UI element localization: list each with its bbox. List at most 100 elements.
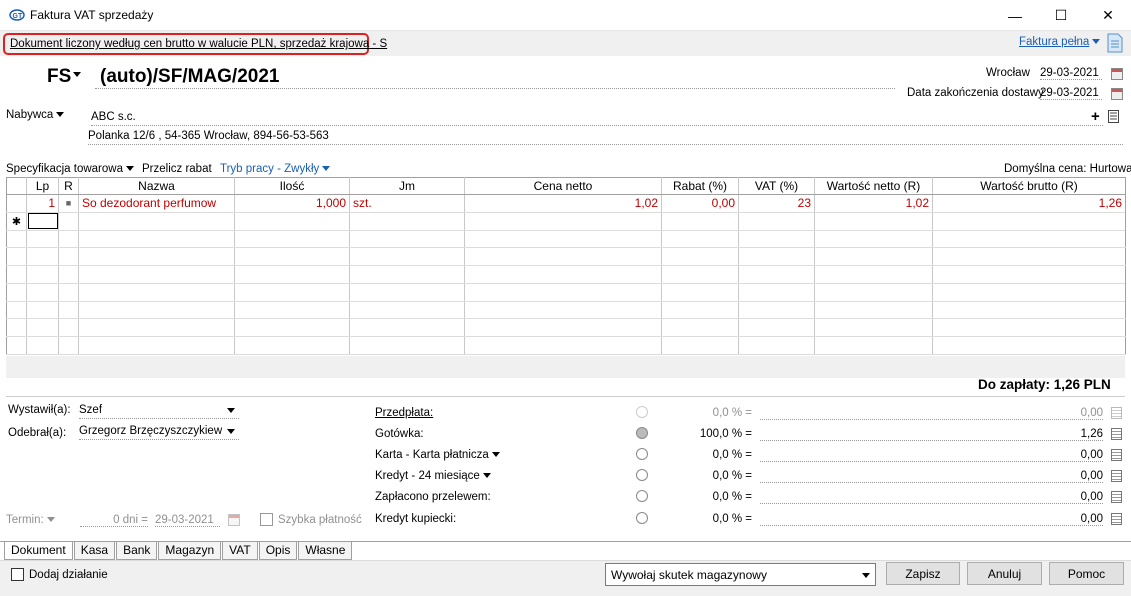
new-row[interactable]: ✱ (6, 212, 1126, 231)
tab-opis[interactable]: Opis (258, 542, 298, 560)
row-indicator (6, 194, 27, 213)
column-header-vat[interactable]: VAT (%) (738, 177, 815, 195)
payment-amount-credit[interactable]: 0,00 (760, 470, 1103, 483)
payment-amount-cash[interactable]: 1,26 (760, 428, 1103, 441)
cell-empty[interactable] (932, 212, 1126, 231)
document-icon[interactable] (1106, 33, 1124, 53)
calendar-icon[interactable] (1111, 88, 1123, 100)
buyer-dropdown[interactable]: Nabywca (6, 109, 65, 121)
cell-empty[interactable] (661, 212, 739, 231)
faktura-pelna-dropdown[interactable]: Faktura pełna (1019, 36, 1101, 48)
cell-nazwa[interactable]: So dezodorant perfumow (78, 194, 235, 213)
cell-empty[interactable] (464, 212, 662, 231)
cell-wartosc-netto[interactable]: 1,02 (814, 194, 933, 213)
quick-payment-checkbox[interactable] (260, 513, 273, 526)
items-grid[interactable]: Lp R Nazwa Ilość Jm Cena netto Rabat (%)… (6, 177, 1126, 355)
row-indicator-header (6, 177, 27, 195)
tab-vat[interactable]: VAT (222, 542, 258, 560)
recalculate-discount-button[interactable]: Przelicz rabat (142, 163, 212, 175)
calculator-icon[interactable] (1111, 491, 1122, 503)
tab-magazyn[interactable]: Magazyn (158, 542, 222, 560)
table-row (6, 283, 1126, 302)
add-icon[interactable]: + (1091, 108, 1100, 125)
cell-empty[interactable] (234, 212, 350, 231)
buyer-name-field[interactable]: ABC s.c. (91, 111, 1103, 126)
calculator-icon[interactable] (1111, 428, 1122, 440)
cell-jm[interactable]: szt. (349, 194, 465, 213)
cell-empty[interactable] (349, 212, 465, 231)
delivery-date-field[interactable]: 29-03-2021 (1040, 87, 1102, 100)
calendar-icon[interactable] (1111, 68, 1123, 80)
cell-r[interactable]: ■ (58, 194, 79, 213)
issued-by-dropdown[interactable]: Szef (79, 404, 239, 419)
document-prefix-dropdown[interactable]: FS (47, 66, 82, 88)
cell-wartosc-brutto[interactable]: 1,26 (932, 194, 1126, 213)
calculator-icon[interactable] (1111, 449, 1122, 461)
payment-radio-credit[interactable] (636, 469, 648, 481)
maximize-button[interactable]: ☐ (1038, 0, 1084, 31)
payment-label-transfer: Zapłacono przelewem: (375, 491, 491, 503)
payment-amount-card[interactable]: 0,00 (760, 449, 1103, 462)
payment-amount-transfer[interactable]: 0,00 (760, 491, 1103, 504)
tab-wlasne[interactable]: Własne (298, 542, 353, 560)
document-type-link[interactable]: Dokument liczony według cen brutto w wal… (3, 33, 387, 55)
payment-radio-transfer[interactable] (636, 490, 648, 502)
calculator-icon[interactable] (1111, 470, 1122, 482)
payment-amount-trade-credit[interactable]: 0,00 (760, 513, 1103, 526)
cell-empty[interactable] (738, 212, 815, 231)
payment-radio-card[interactable] (636, 448, 648, 460)
cell-empty[interactable] (814, 212, 933, 231)
cell-vat[interactable]: 23 (738, 194, 815, 213)
document-prefix: FS (47, 66, 72, 87)
column-header-r[interactable]: R (58, 177, 79, 195)
cell-lp-new[interactable] (26, 212, 59, 231)
term-date-field[interactable]: 29-03-2021 (155, 514, 220, 527)
list-icon[interactable] (1108, 110, 1119, 123)
tab-kasa[interactable]: Kasa (73, 542, 116, 560)
table-row[interactable]: 1 ■ So dezodorant perfumow 1,000 szt. 1,… (6, 194, 1126, 213)
tab-dokument[interactable]: Dokument (4, 542, 73, 560)
cell-rabat[interactable]: 0,00 (661, 194, 739, 213)
payment-card-dropdown[interactable]: Karta - Karta płatnicza (375, 449, 500, 461)
stock-effect-select[interactable]: Wywołaj skutek magazynowy (605, 563, 876, 586)
payment-pct-credit: 0,0 % = (712, 470, 752, 482)
calculator-icon[interactable] (1111, 513, 1122, 525)
cell-ilosc[interactable]: 1,000 (234, 194, 350, 213)
help-button[interactable]: Pomoc (1049, 562, 1124, 585)
payment-radio-trade-credit[interactable] (636, 512, 648, 524)
specification-dropdown[interactable]: Specyfikacja towarowa (6, 163, 134, 175)
city-label: Wrocław (986, 67, 1030, 79)
close-button[interactable]: ✕ (1085, 0, 1131, 31)
column-header-ilosc[interactable]: Ilość (234, 177, 350, 195)
term-days-field[interactable]: 0 dni = (80, 514, 148, 527)
payment-pct-trade-credit: 0,0 % = (712, 513, 752, 525)
payment-label-trade-credit: Kredyt kupiecki: (375, 513, 457, 525)
save-button[interactable]: Zapisz (886, 562, 960, 585)
column-header-cena-netto[interactable]: Cena netto (464, 177, 662, 195)
received-by-label: Odebrał(a): (8, 427, 67, 439)
payment-credit-dropdown[interactable]: Kredyt - 24 miesiące (375, 470, 491, 482)
issue-date-field[interactable]: 29-03-2021 (1040, 67, 1102, 80)
column-header-wartosc-brutto[interactable]: Wartość brutto (R) (932, 177, 1126, 195)
cell-lp[interactable]: 1 (26, 194, 59, 213)
minimize-button[interactable]: — (992, 0, 1038, 31)
cell-empty[interactable] (58, 212, 79, 231)
column-header-jm[interactable]: Jm (349, 177, 465, 195)
calendar-icon[interactable] (228, 514, 240, 526)
delivery-date-label: Data zakończenia dostawy (907, 87, 1044, 99)
column-header-lp[interactable]: Lp (26, 177, 59, 195)
work-mode-dropdown[interactable]: Tryb pracy - Zwykły (220, 163, 331, 175)
column-header-nazwa[interactable]: Nazwa (78, 177, 235, 195)
cell-cena-netto[interactable]: 1,02 (464, 194, 662, 213)
column-header-wartosc-netto[interactable]: Wartość netto (R) (814, 177, 933, 195)
term-dropdown[interactable]: Termin: (6, 514, 55, 526)
cancel-button[interactable]: Anuluj (967, 562, 1042, 585)
tab-bank[interactable]: Bank (116, 542, 158, 560)
payment-label-prepayment[interactable]: Przedpłata: (375, 407, 433, 419)
received-by-dropdown[interactable]: Grzegorz Brzęczyszczykiewicz (79, 425, 239, 440)
add-action-checkbox[interactable] (11, 568, 24, 581)
column-header-rabat[interactable]: Rabat (%) (661, 177, 739, 195)
cell-empty[interactable] (78, 212, 235, 231)
issued-by-label: Wystawił(a): (8, 404, 71, 416)
payment-radio-cash[interactable] (636, 427, 648, 439)
